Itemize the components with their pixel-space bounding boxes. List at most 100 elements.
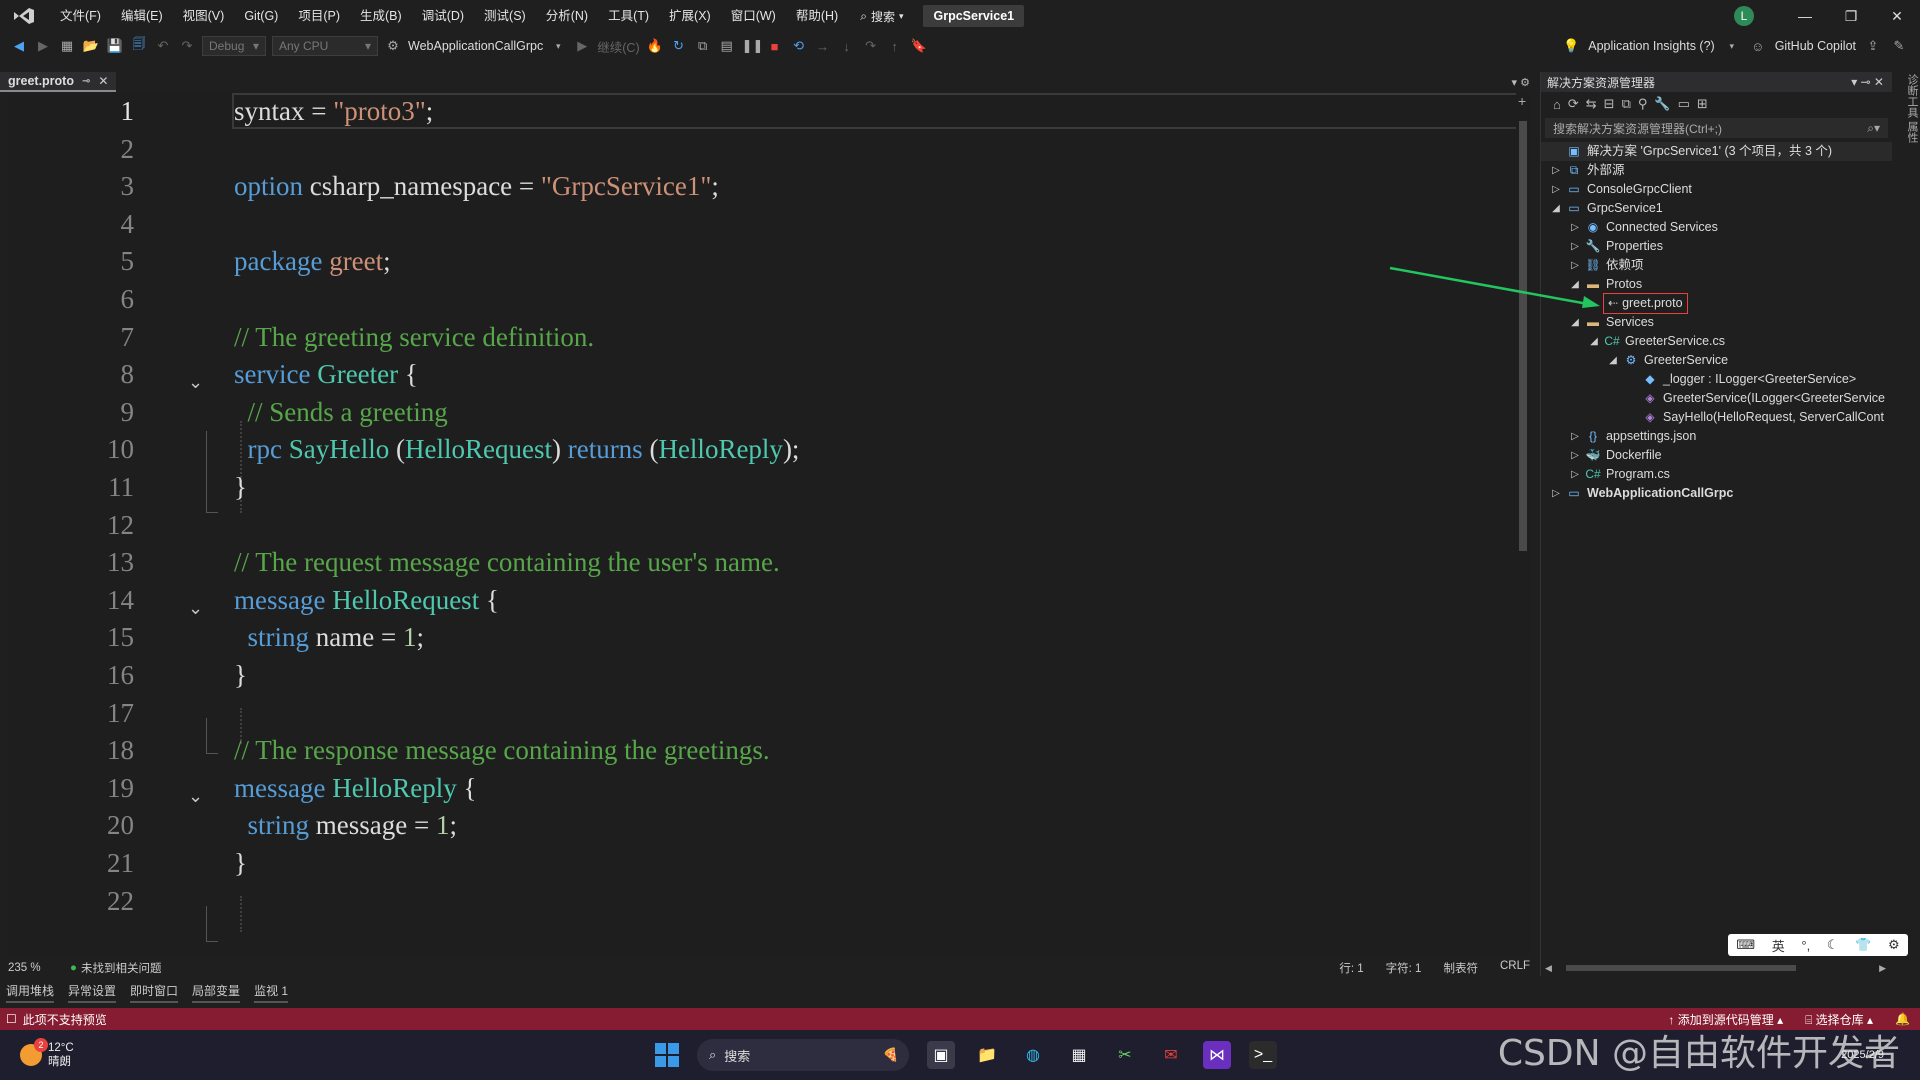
collapse-all-icon[interactable]: ⊟ [1604,96,1615,112]
code-line[interactable]: 8 ⌄ service Greeter { [8,356,1530,394]
tree-item[interactable]: ◢ ▬ Services [1541,313,1892,332]
ime-punct-icon[interactable]: °, [1801,938,1810,953]
code-line[interactable]: 7 // The greeting service definition. [8,319,1530,357]
feedback-icon[interactable]: ✎ [1890,38,1908,54]
scroll-left-icon[interactable]: ◀ [1545,963,1552,974]
collapsed-arrow-icon[interactable]: ▷ [1566,218,1584,237]
tree-item[interactable]: ▷ ▭ WebApplicationCallGrpc [1541,484,1892,503]
expanded-arrow-icon[interactable]: ◢ [1585,332,1603,351]
configuration-dropdown[interactable]: Debug ▾ [202,36,266,56]
collapsed-arrow-icon[interactable]: ▷ [1547,161,1565,180]
scrollbar-thumb[interactable] [1565,965,1796,971]
expanded-arrow-icon[interactable]: ◢ [1547,199,1565,218]
code-line[interactable]: 18 // The response message containing the… [8,732,1530,770]
hot-reload-icon[interactable]: 🔥 [646,38,664,54]
step-into-icon[interactable]: ↓ [838,39,856,54]
tree-item[interactable]: ◢ ▭ GrpcService1 [1541,199,1892,218]
diagram-icon[interactable]: ⊞ [1697,96,1708,112]
tree-item[interactable]: ▷ 🔧 Properties [1541,237,1892,256]
project-name-badge[interactable]: GrpcService1 [923,5,1025,27]
avatar[interactable]: L [1734,6,1754,26]
file-explorer-icon[interactable]: 📁 [973,1041,1001,1069]
code-line[interactable]: 17 [8,695,1530,733]
menu-item[interactable]: 窗口(W) [721,0,786,32]
menu-item[interactable]: 分析(N) [536,0,598,32]
mail-app-icon[interactable]: ✉ [1157,1041,1185,1069]
code-editor[interactable]: + 1 syntax = "proto3"; 2 3 option csharp_nam… [8,93,1530,955]
tree-item[interactable]: ◈ SayHello(HelloRequest, ServerCallCont [1541,408,1892,427]
visual-studio-icon[interactable]: ⋈ [1203,1041,1231,1069]
save-icon[interactable]: 💾 [106,38,124,54]
bottom-tab[interactable]: 监视 1 [254,982,289,1003]
scroll-right-icon[interactable]: ▶ [1879,963,1886,974]
back-icon[interactable]: ◀ [10,38,28,54]
tree-item[interactable]: ▷ 🐳 Dockerfile [1541,446,1892,465]
menu-item[interactable]: 帮助(H) [786,0,848,32]
pause-icon[interactable]: ❚❚ [742,38,764,54]
tab-greet-proto[interactable]: greet.proto ⊸ ✕ [0,72,117,92]
ime-language[interactable]: 英 [1772,936,1785,955]
collapsed-arrow-icon[interactable]: ▷ [1566,446,1584,465]
properties-icon[interactable]: 🔧 [1654,96,1670,112]
code-line[interactable]: 20 string message = 1; [8,807,1530,845]
menu-item[interactable]: 生成(B) [350,0,412,32]
settings-icon[interactable]: ⚙ [1888,937,1900,953]
code-line[interactable]: 16} [8,657,1530,695]
tree-item[interactable]: ▷ ▭ ConsoleGrpcClient [1541,180,1892,199]
close-button[interactable]: ✕ [1874,8,1920,25]
line-number[interactable]: 行: 1 [1339,960,1363,976]
ime-toolbar[interactable]: ⌨ 英 °, ☾ 👕 ⚙ [1728,934,1908,956]
title-search[interactable]: ⌕ 搜索 ▾ [848,8,915,25]
tree-item[interactable]: ◢ ⚙ GreeterService [1541,351,1892,370]
code-line[interactable]: 3 option csharp_namespace = "GrpcService1… [8,168,1530,206]
chevron-down-icon[interactable]: ▾ [1723,41,1741,52]
sync-icon[interactable]: ⟳ [1568,96,1579,112]
moon-icon[interactable]: ☾ [1827,937,1839,953]
switch-view-icon[interactable]: ⇆ [1586,96,1597,112]
solution-explorer-search[interactable]: 搜索解决方案资源管理器(Ctrl+;) ⌕▾ [1545,118,1888,138]
forward-icon[interactable]: ▶ [34,38,52,54]
collapsed-arrow-icon[interactable]: ▷ [1566,427,1584,446]
skin-icon[interactable]: 👕 [1855,937,1871,953]
tree-item[interactable]: ▷ ⧉ 外部源 [1541,161,1892,180]
code-line[interactable]: 1 syntax = "proto3"; [8,93,1530,131]
edge-browser-icon[interactable]: ◍ [1019,1041,1047,1069]
platform-dropdown[interactable]: Any CPU ▾ [272,36,378,56]
undo-icon[interactable]: ↶ [154,38,172,54]
filter-icon[interactable]: ⚲ [1638,96,1648,112]
bottom-tab[interactable]: 局部变量 [192,982,241,1003]
open-icon[interactable]: 📂 [82,38,100,54]
weather-widget[interactable]: 2 12°C 晴朗 [0,1038,74,1069]
code-line[interactable]: 14 ⌄ message HelloRequest { [8,582,1530,620]
step-out-icon[interactable]: ↑ [886,39,904,54]
column-number[interactable]: 字符: 1 [1386,960,1422,976]
code-line[interactable]: 6 [8,281,1530,319]
bottom-tab[interactable]: 异常设置 [68,982,117,1003]
code-line[interactable]: 11} [8,469,1530,507]
save-all-icon[interactable]: 🗐 [130,35,148,57]
taskbar-search[interactable]: ⌕ 搜索 🍕 [697,1039,909,1071]
menu-item[interactable]: 扩展(X) [659,0,721,32]
restart-icon[interactable]: ⟲ [790,38,808,54]
startup-project-dropdown[interactable]: WebApplicationCallGrpc [408,39,543,53]
bottom-tab[interactable]: 即时窗口 [130,982,179,1003]
visual-studio-logo-icon[interactable] [12,7,36,25]
collapsed-arrow-icon[interactable]: ▷ [1566,237,1584,256]
home-icon[interactable]: ⌂ [1553,97,1561,112]
panel-controls[interactable]: ▾ ⊸ ✕ [1851,75,1884,89]
menu-item[interactable]: 文件(F) [50,0,111,32]
code-line[interactable]: 5 package greet; [8,243,1530,281]
collapsed-arrow-icon[interactable]: ▷ [1566,465,1584,484]
snipping-tool-icon[interactable]: ✂ [1111,1041,1139,1069]
menu-item[interactable]: 调试(D) [412,0,474,32]
code-line[interactable]: 12 [8,507,1530,545]
tree-item[interactable]: ▷ ◉ Connected Services [1541,218,1892,237]
code-line[interactable]: 2 [8,131,1530,169]
close-icon[interactable]: ✕ [98,74,108,88]
expanded-arrow-icon[interactable]: ◢ [1604,351,1622,370]
restore-button[interactable]: ❐ [1828,8,1874,25]
menu-item[interactable]: 项目(P) [288,0,350,32]
code-line[interactable]: 4 [8,206,1530,244]
bottom-tab[interactable]: 调用堆栈 [6,982,55,1003]
menu-item[interactable]: 编辑(E) [111,0,173,32]
